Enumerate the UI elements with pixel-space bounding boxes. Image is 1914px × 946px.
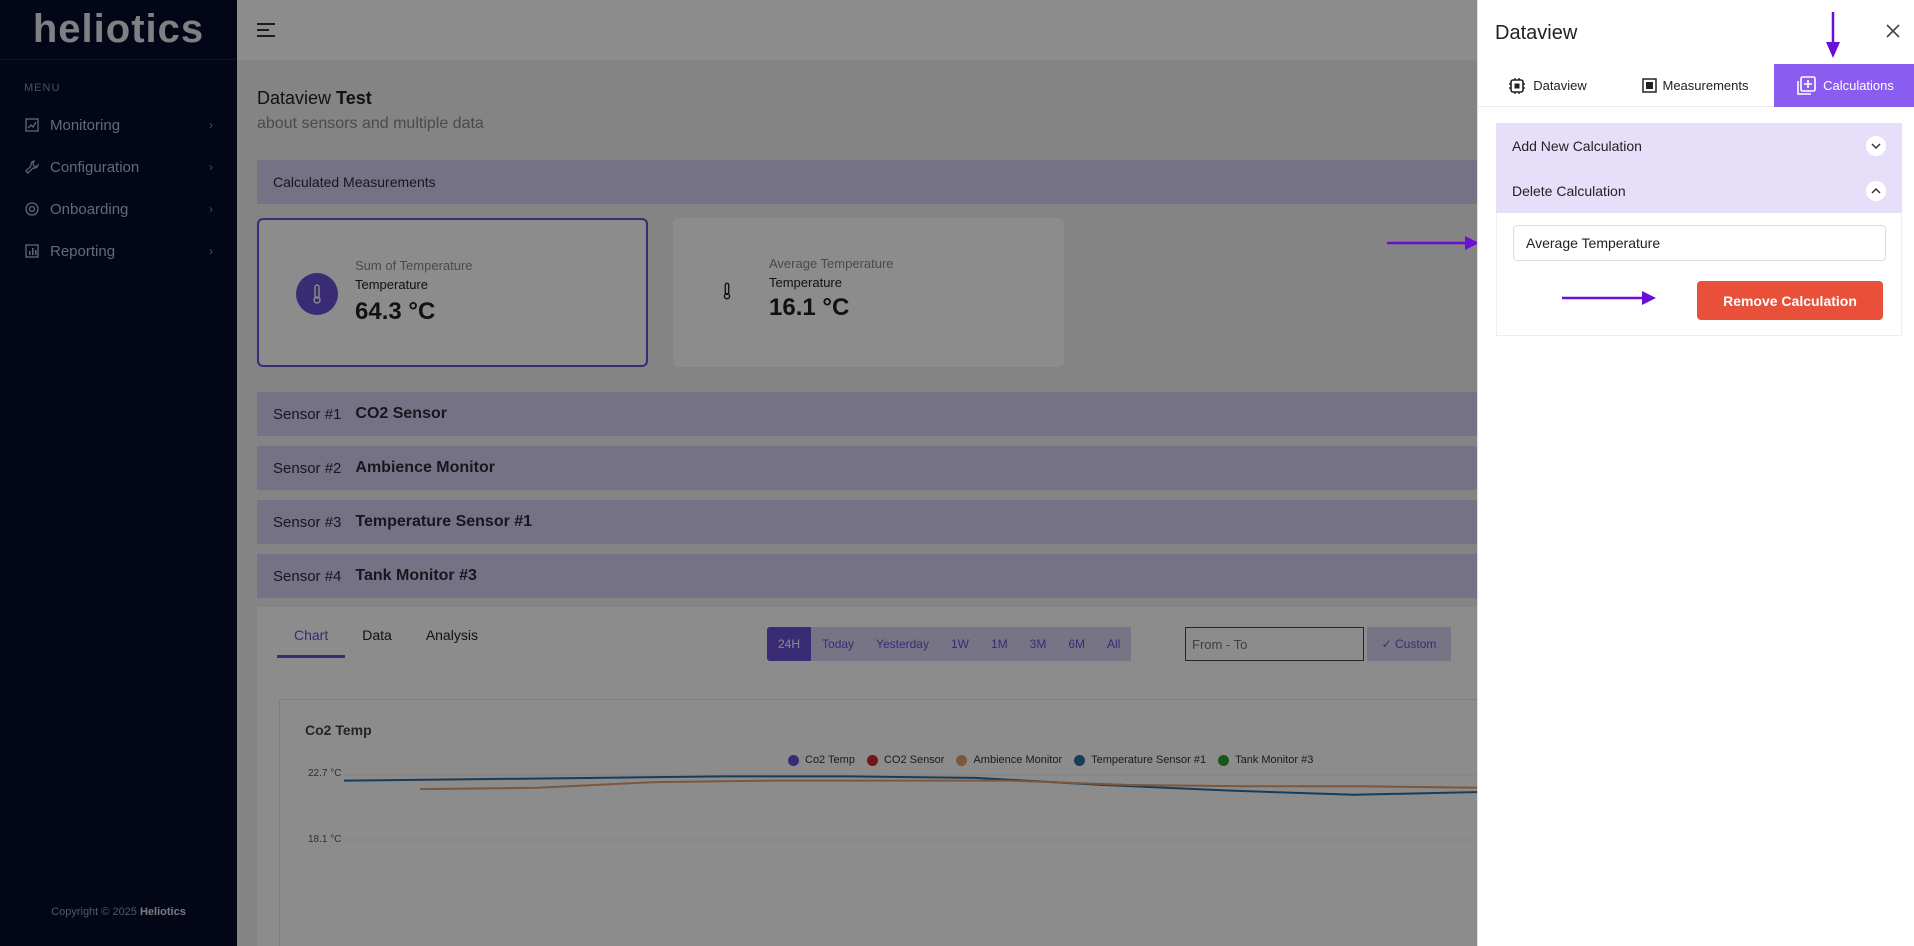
dataview-drawer: Dataview Dataview Measurements Calculati… — [1477, 0, 1914, 946]
square-icon — [1641, 78, 1657, 93]
add-new-calculation-accordion[interactable]: Add New Calculation — [1496, 123, 1902, 168]
modal-overlay[interactable] — [0, 0, 1477, 946]
tab-calculations[interactable]: Calculations — [1774, 64, 1914, 107]
chip-icon — [1507, 76, 1527, 96]
drawer-title: Dataview — [1495, 22, 1578, 44]
drawer-tabs: Dataview Measurements Calculations — [1478, 64, 1914, 107]
annotation-arrow — [1562, 291, 1656, 305]
chevron-up-icon — [1866, 180, 1886, 201]
annotation-arrow — [1826, 12, 1840, 58]
annotation-arrow — [1387, 236, 1479, 250]
delete-calculation-accordion[interactable]: Delete Calculation — [1496, 168, 1902, 213]
delete-calculation-panel: Average Temperature Remove Calculation — [1496, 213, 1902, 336]
remove-calculation-button[interactable]: Remove Calculation — [1697, 281, 1883, 320]
tab-measurements[interactable]: Measurements — [1616, 64, 1774, 107]
calculation-select[interactable]: Average Temperature — [1513, 225, 1886, 261]
close-icon[interactable] — [1884, 22, 1904, 42]
add-box-icon — [1795, 75, 1817, 96]
tab-dataview[interactable]: Dataview — [1478, 64, 1616, 107]
chevron-down-icon — [1866, 135, 1886, 156]
